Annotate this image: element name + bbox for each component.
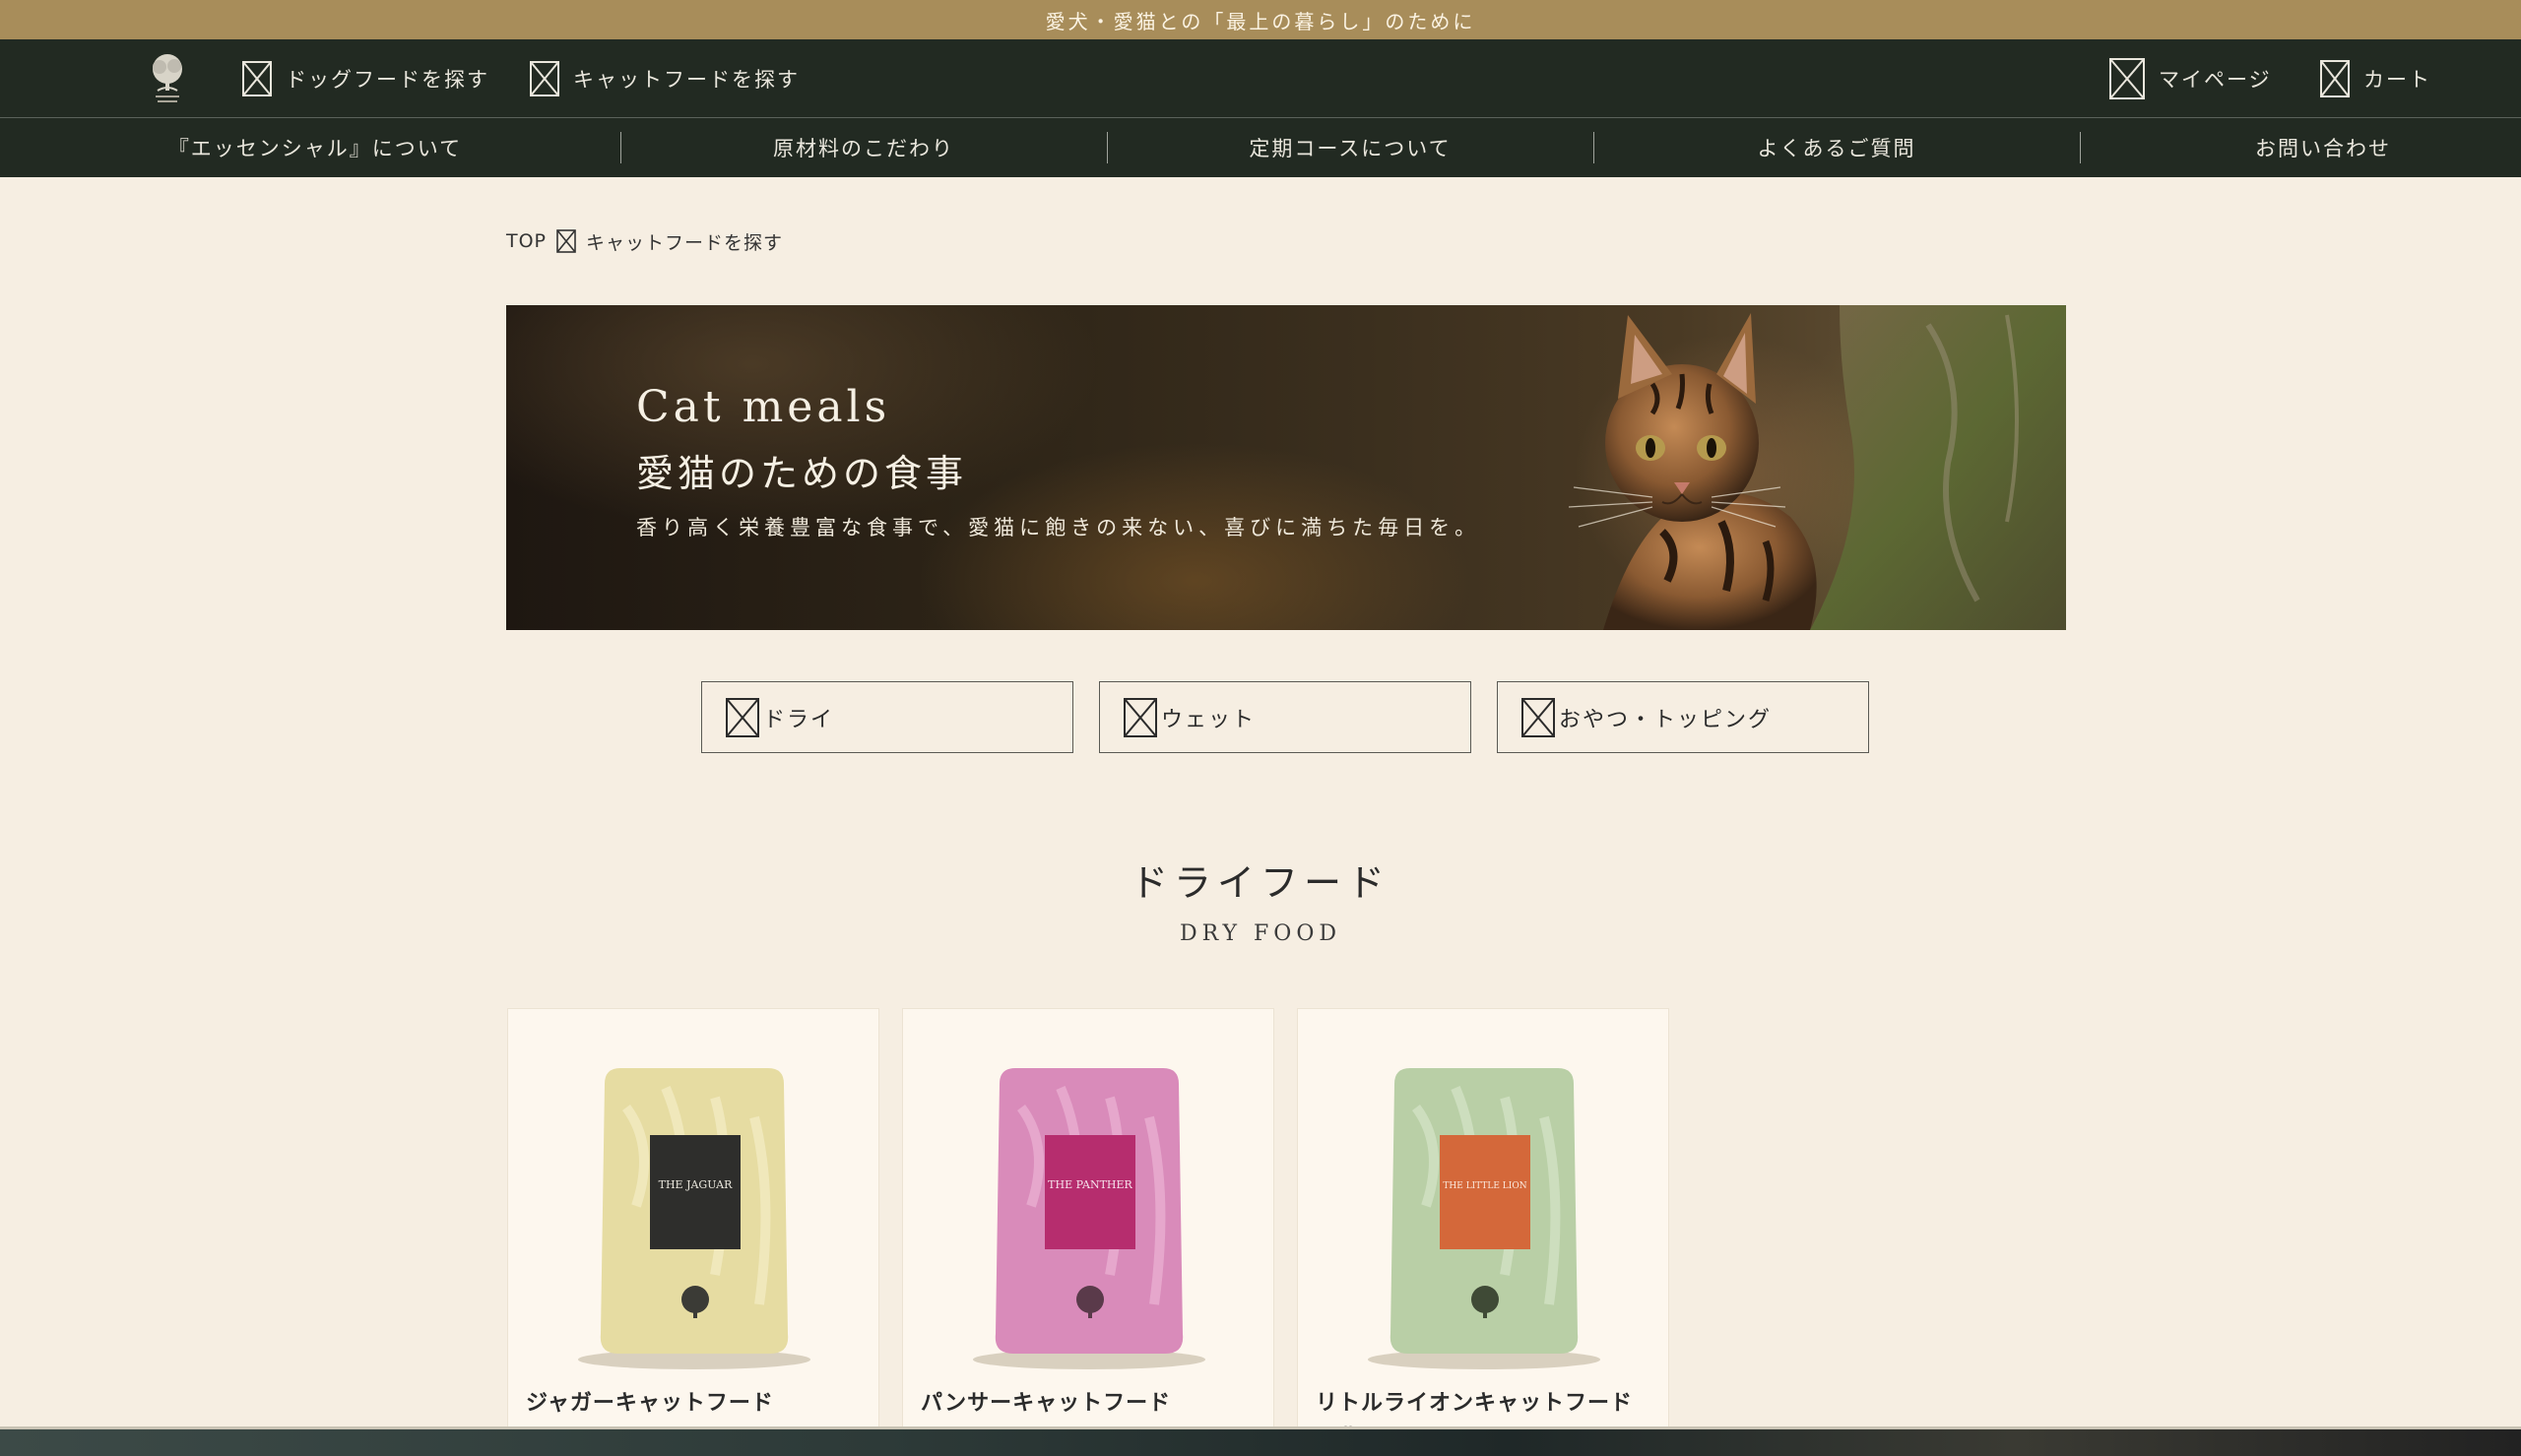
- product-image: THE LITTLE LION: [1368, 1068, 1600, 1369]
- product-name: リトルライオンキャットフード: [1316, 1391, 1634, 1416]
- cart-link[interactable]: カート: [2320, 39, 2431, 117]
- section-subtitle: DRY FOOD: [1179, 921, 1342, 946]
- nav-item-label: よくあるご質問: [1757, 137, 1916, 160]
- category-label: ウェット: [1161, 707, 1257, 732]
- cat-photo: [1568, 305, 2066, 630]
- nav-item-faq[interactable]: よくあるご質問: [1593, 118, 2080, 177]
- nav-item-subscription[interactable]: 定期コースについて: [1107, 118, 1593, 177]
- bag-label-text: THE LITTLE LION: [1443, 1181, 1526, 1191]
- product-image: THE JAGUAR: [578, 1068, 810, 1369]
- product-image: THE PANTHER: [973, 1068, 1205, 1369]
- bottom-bar: [0, 1429, 2521, 1456]
- nav-item-label: 定期コースについて: [1249, 137, 1452, 160]
- category-label: ドライ: [763, 707, 835, 732]
- product-card-jaguar[interactable]: THE JAGUAR ジャガーキャットフード: [507, 1008, 879, 1431]
- broken-image-icon: [556, 229, 576, 253]
- dog-food-link[interactable]: ドッグフードを探す: [242, 39, 489, 117]
- breadcrumb: TOP キャットフードを探す: [506, 226, 783, 256]
- hero-description: 香り高く栄養豊富な食事で、愛猫に飽きの来ない、喜びに満ちた毎日を。: [636, 516, 1481, 539]
- breadcrumb-current: キャットフードを探す: [586, 231, 784, 254]
- dog-food-link-label: ドッグフードを探す: [286, 67, 489, 92]
- cat-food-link[interactable]: キャットフードを探す: [530, 39, 800, 117]
- broken-image-icon: [726, 697, 759, 737]
- hero-title-en: Cat meals: [636, 382, 891, 432]
- broken-image-icon: [1124, 697, 1157, 737]
- product-card-little-lion[interactable]: THE LITTLE LION リトルライオンキャットフード 子猫用: [1297, 1008, 1669, 1448]
- breadcrumb-top-link[interactable]: TOP: [506, 230, 547, 252]
- category-dry-button[interactable]: ドライ: [701, 681, 1073, 753]
- category-wet-button[interactable]: ウェット: [1099, 681, 1471, 753]
- broken-image-icon: [530, 60, 559, 96]
- hero-title-ja: 愛猫のための食事: [636, 452, 968, 495]
- bag-label-text: THE JAGUAR: [659, 1178, 733, 1191]
- cat-food-link-label: キャットフードを探す: [573, 67, 800, 92]
- section-title: ドライフード: [1130, 861, 1390, 905]
- cart-link-label: カート: [2363, 67, 2431, 92]
- nav-item-ingredients[interactable]: 原材料のこだわり: [620, 118, 1107, 177]
- product-name: ジャガーキャットフード: [526, 1391, 774, 1416]
- broken-image-icon: [2109, 57, 2145, 99]
- site-header: ドッグフードを探す キャットフードを探す マイページ カート: [0, 39, 2521, 117]
- category-label: おやつ・トッピング: [1559, 707, 1773, 732]
- mypage-link[interactable]: マイページ: [2109, 39, 2272, 117]
- announcement-text: 愛犬・愛猫との「最上の暮らし」のために: [1045, 9, 1476, 33]
- broken-image-icon: [1521, 697, 1555, 737]
- product-card-panther[interactable]: THE PANTHER パンサーキャットフード: [902, 1008, 1274, 1431]
- nav-item-about[interactable]: 『エッセンシャル』について: [0, 118, 630, 177]
- bag-label-text: THE PANTHER: [1048, 1178, 1132, 1191]
- hero-banner: Cat meals 愛猫のための食事 香り高く栄養豊富な食事で、愛猫に飽きの来な…: [506, 305, 2066, 630]
- product-name: パンサーキャットフード: [921, 1391, 1172, 1416]
- nav-item-label: 『エッセンシャル』について: [167, 137, 463, 160]
- main-nav: 『エッセンシャル』について 原材料のこだわり 定期コースについて よくあるご質問…: [0, 118, 2521, 177]
- nav-item-contact[interactable]: お問い合わせ: [2080, 118, 2521, 177]
- broken-image-icon: [2320, 59, 2350, 97]
- tree-logo-icon[interactable]: [144, 49, 191, 106]
- nav-item-label: お問い合わせ: [2255, 137, 2391, 160]
- announcement-bar: 愛犬・愛猫との「最上の暮らし」のために: [0, 0, 2521, 39]
- broken-image-icon: [242, 60, 272, 96]
- nav-item-label: 原材料のこだわり: [773, 137, 954, 160]
- mypage-link-label: マイページ: [2159, 67, 2272, 92]
- category-treats-button[interactable]: おやつ・トッピング: [1497, 681, 1869, 753]
